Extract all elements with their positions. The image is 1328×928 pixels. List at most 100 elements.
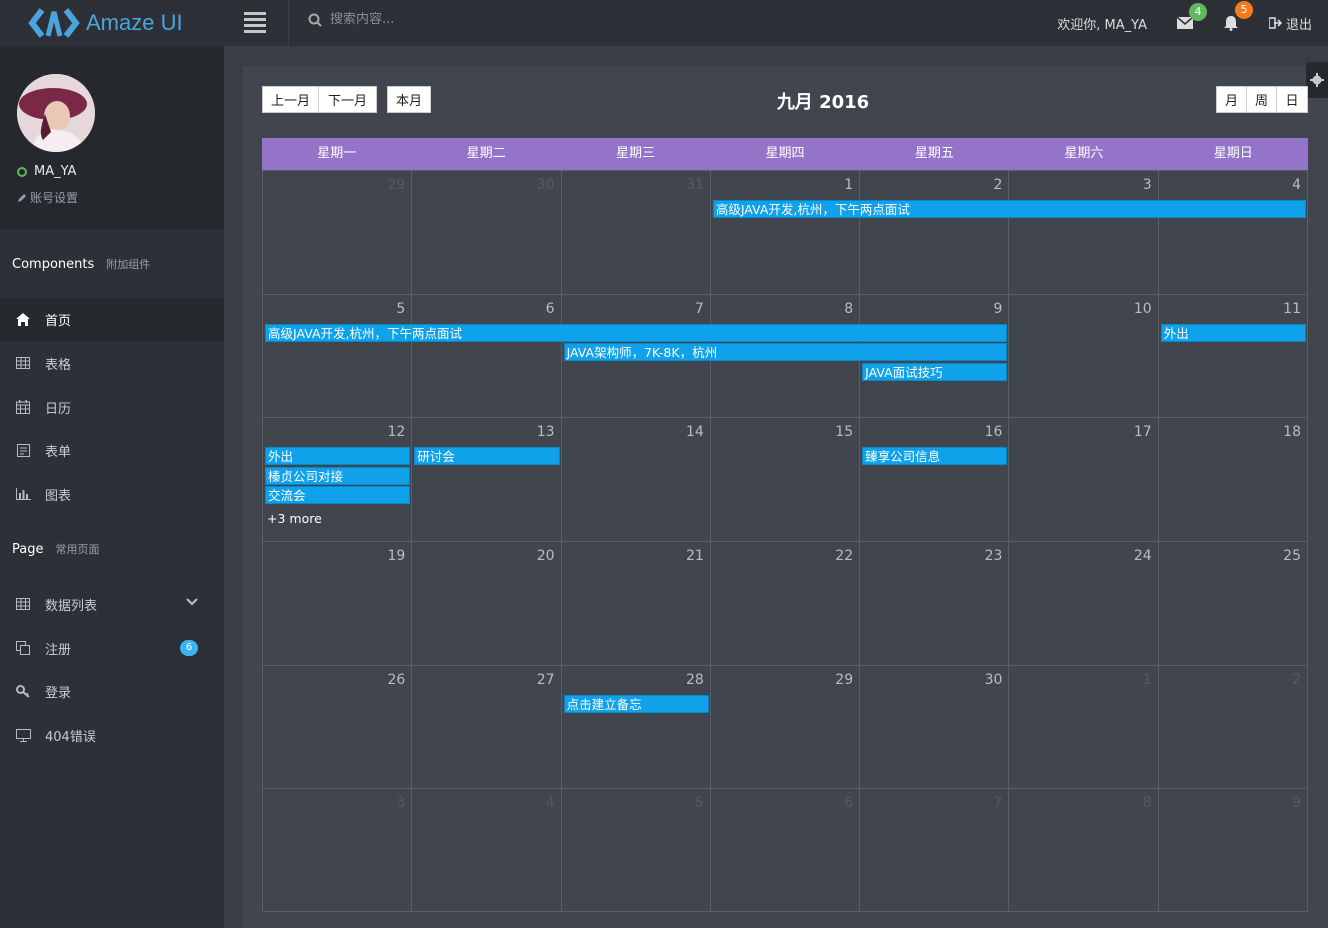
search-input[interactable] <box>330 12 530 27</box>
sidebar-item-calendar[interactable]: 日历 <box>0 385 224 429</box>
day-cell[interactable]: 19 <box>263 541 413 665</box>
settings-toggle[interactable] <box>1306 62 1328 98</box>
account-settings-link[interactable]: 账号设置 <box>17 189 78 206</box>
day-number: 29 <box>835 671 854 688</box>
sidebar-item-table[interactable]: 表格 <box>0 341 224 385</box>
day-cell[interactable]: 30 <box>860 664 1010 789</box>
calendar-event[interactable]: JAVA面试技巧 <box>862 362 1008 381</box>
chevron-down-icon[interactable] <box>186 595 198 610</box>
sidebar-item-register[interactable]: 注册 6 <box>0 626 224 670</box>
more-events-link[interactable]: +3 more <box>267 511 322 526</box>
sidebar-item-data-list[interactable]: 数据列表 <box>0 582 224 626</box>
next-month-button[interactable]: 下一月 <box>318 86 377 113</box>
calendar-event[interactable]: JAVA架构师，7K-8K，杭州 <box>563 343 1008 362</box>
logo[interactable]: Amaze UI <box>0 0 224 46</box>
day-cell[interactable]: 11 <box>1158 293 1308 418</box>
day-cell[interactable]: 30 <box>412 170 562 294</box>
day-view-button[interactable]: 日 <box>1276 86 1308 113</box>
day-cell[interactable]: 17 <box>1009 417 1159 541</box>
form-icon <box>14 441 32 459</box>
page-section-title: Page 常用页面 <box>12 541 99 557</box>
day-cell[interactable]: 28 <box>561 664 711 789</box>
calendar-event[interactable]: 高级JAVA开发,杭州，下午两点面试 <box>712 200 1306 218</box>
day-cell[interactable]: 5 <box>263 293 413 418</box>
day-cell[interactable]: 22 <box>710 541 861 665</box>
day-number: 24 <box>1133 548 1152 564</box>
sidebar-item-chart[interactable]: 图表 <box>0 472 224 516</box>
day-cell[interactable]: 24 <box>1009 541 1159 665</box>
calendar-event[interactable]: 外出 <box>265 447 411 466</box>
day-cell[interactable]: 5 <box>561 788 711 912</box>
day-cell[interactable]: 18 <box>1158 417 1308 541</box>
week-view-button[interactable]: 周 <box>1246 86 1277 113</box>
calendar-event[interactable]: 榛贞公司对接 <box>265 466 411 485</box>
day-cell[interactable]: 8 <box>1009 788 1159 912</box>
day-cell[interactable]: 27 <box>412 664 562 789</box>
sidebar-item-login[interactable]: 登录 <box>0 669 224 713</box>
calendar-event[interactable]: 研讨会 <box>414 447 560 466</box>
day-cell[interactable]: 15 <box>710 417 861 541</box>
day-cell[interactable]: 21 <box>561 541 711 665</box>
day-cell[interactable]: 6 <box>412 293 562 418</box>
day-number: 12 <box>387 424 406 441</box>
day-cell[interactable]: 7 <box>860 788 1010 912</box>
day-cell[interactable]: 14 <box>561 417 711 541</box>
day-cell[interactable]: 1 <box>710 170 861 294</box>
day-number: 9 <box>993 300 1003 317</box>
this-month-button[interactable]: 本月 <box>387 86 431 113</box>
day-cell[interactable]: 29 <box>710 664 861 789</box>
search-icon <box>308 13 322 27</box>
sidebar-item-404[interactable]: 404错误 <box>0 713 224 757</box>
calendar-event[interactable]: 高级JAVA开发,杭州，下午两点面试 <box>265 323 1008 342</box>
day-number: 9 <box>1292 795 1301 812</box>
day-number: 21 <box>686 548 704 564</box>
day-cell[interactable]: 13 <box>412 417 562 541</box>
avatar[interactable] <box>17 74 95 152</box>
day-cell[interactable]: 26 <box>263 664 413 789</box>
notification-button[interactable]: 5 <box>1223 1 1253 31</box>
day-cell[interactable]: 2 <box>1158 664 1308 789</box>
day-cell[interactable]: 4 <box>412 788 562 912</box>
sidebar-item-label: 首页 <box>45 313 72 329</box>
day-number: 25 <box>1283 548 1301 564</box>
day-cell[interactable]: 1 <box>1009 664 1159 789</box>
day-cell[interactable]: 9 <box>1158 788 1308 912</box>
day-cell[interactable]: 6 <box>710 788 861 912</box>
day-cell[interactable]: 20 <box>412 541 562 665</box>
calendar-event[interactable]: 外出 <box>1160 323 1306 342</box>
day-cell[interactable]: 4 <box>1158 170 1308 294</box>
menu-toggle-icon[interactable] <box>244 12 266 33</box>
welcome-text: 欢迎你, MA_YA <box>1057 17 1147 33</box>
day-cell[interactable]: 2 <box>860 170 1010 294</box>
prev-month-button[interactable]: 上一月 <box>262 86 319 113</box>
sidebar-item-form[interactable]: 表单 <box>0 428 224 472</box>
day-number: 5 <box>694 795 704 812</box>
day-number: 27 <box>536 671 555 688</box>
sign-out-icon <box>1268 17 1282 29</box>
sidebar-item-home[interactable]: 首页 <box>0 297 224 341</box>
day-cell[interactable]: 23 <box>860 541 1010 665</box>
calendar-event[interactable]: 臻享公司信息 <box>862 447 1008 466</box>
day-cell[interactable]: 29 <box>263 170 413 294</box>
day-number: 14 <box>686 424 704 441</box>
day-number: 2 <box>1292 671 1301 688</box>
day-cell[interactable]: 3 <box>263 788 413 912</box>
logout-button[interactable]: 退出 <box>1268 14 1312 33</box>
day-cell[interactable]: 16 <box>860 417 1010 541</box>
mail-button[interactable]: 4 <box>1176 3 1207 29</box>
day-number: 6 <box>844 795 854 812</box>
month-view-button[interactable]: 月 <box>1216 86 1247 113</box>
day-cell[interactable]: 3 <box>1009 170 1159 294</box>
day-cell[interactable]: 31 <box>561 170 711 294</box>
day-cell[interactable]: 25 <box>1158 541 1308 665</box>
calendar-icon <box>14 398 32 416</box>
top-header: Amaze UI 欢迎你, MA_YA 4 5 退出 <box>0 0 1328 46</box>
day-number: 22 <box>835 548 854 564</box>
calendar-event[interactable]: 交流会 <box>265 486 411 505</box>
calendar-event[interactable]: 点击建立备忘 <box>563 694 709 713</box>
day-number: 4 <box>1292 177 1301 193</box>
components-section-title: Components 附加组件 <box>12 256 150 272</box>
page-subtitle: 常用页面 <box>55 543 100 556</box>
chart-icon <box>14 485 32 503</box>
day-cell[interactable]: 10 <box>1009 293 1159 418</box>
